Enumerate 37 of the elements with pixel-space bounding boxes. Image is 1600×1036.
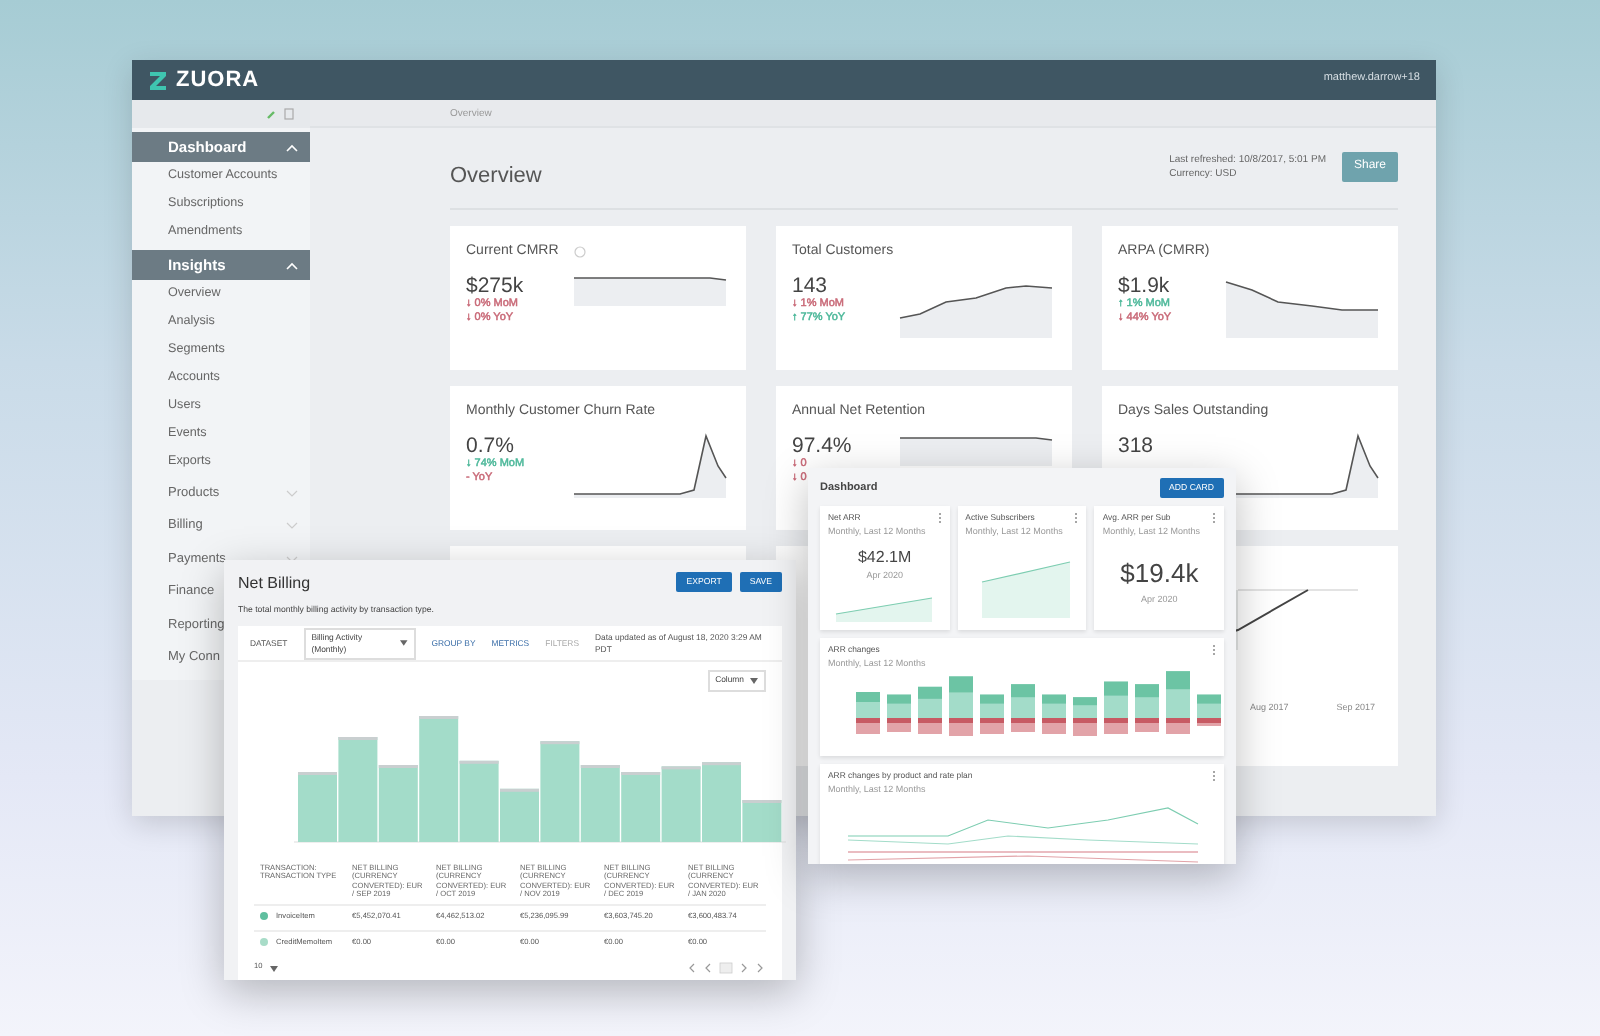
pin-icon bbox=[266, 109, 276, 119]
kpi-value: 318 bbox=[1118, 436, 1154, 457]
page-title: Overview bbox=[450, 162, 542, 192]
chart-bar bbox=[661, 765, 701, 842]
logo-icon bbox=[148, 69, 168, 91]
kpi-value: 0.7% bbox=[466, 436, 514, 457]
caret-icon bbox=[270, 965, 279, 972]
kpi-value: 143 bbox=[792, 276, 828, 297]
chart-bar bbox=[1011, 684, 1035, 733]
pagination-icon bbox=[686, 962, 766, 975]
chart-bar bbox=[1104, 682, 1128, 735]
window-title: Net Billing bbox=[238, 572, 313, 596]
chevron-icon bbox=[286, 489, 298, 498]
chart-bar bbox=[1073, 697, 1097, 737]
chart-bar bbox=[1166, 671, 1190, 735]
logo-text: ZUORA bbox=[176, 69, 260, 91]
chart-bar bbox=[918, 687, 942, 735]
chart-bar bbox=[980, 695, 1004, 735]
tile-value: $19.4k bbox=[1120, 556, 1199, 593]
tile-value: $42.1M bbox=[857, 546, 912, 571]
chart-bar bbox=[1197, 695, 1221, 727]
chart-bar bbox=[1135, 684, 1159, 733]
chevron-icon bbox=[286, 522, 298, 531]
chart-bar bbox=[621, 771, 661, 842]
caret-icon bbox=[399, 640, 408, 647]
chart-bar bbox=[856, 692, 880, 735]
chevron-icon bbox=[286, 143, 298, 151]
caret-icon bbox=[750, 678, 758, 685]
kpi-value: $275k bbox=[466, 276, 524, 297]
chevron-icon bbox=[286, 261, 298, 269]
collapse-icon bbox=[284, 108, 294, 120]
chart-bar bbox=[580, 764, 620, 842]
kpi-value: $1.9k bbox=[1118, 276, 1170, 297]
chart-bar bbox=[1042, 695, 1066, 735]
chart-bar bbox=[887, 695, 911, 733]
chart-bar bbox=[949, 677, 973, 737]
kpi-value: 97.4% bbox=[792, 436, 852, 457]
